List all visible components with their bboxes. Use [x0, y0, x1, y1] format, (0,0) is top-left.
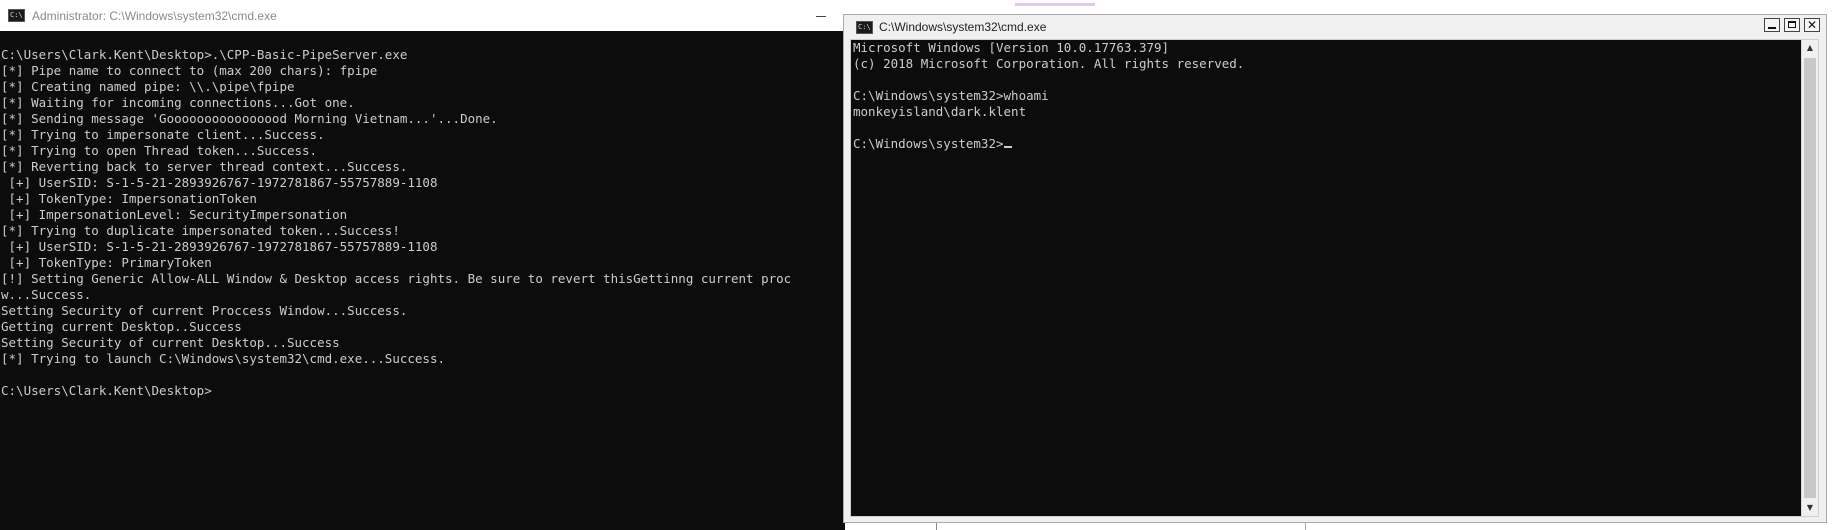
cmd-titlebar[interactable]: C:\ C:\Windows\system32\cmd.exe ✕	[844, 15, 1826, 39]
console-output[interactable]: Microsoft Windows [Version 10.0.17763.37…	[853, 40, 1793, 152]
window-title: C:\Windows\system32\cmd.exe	[879, 20, 1047, 34]
minimize-button[interactable]	[1764, 18, 1780, 32]
console-output[interactable]: C:\Users\Clark.Kent\Desktop>.\CPP-Basic-…	[1, 47, 844, 399]
window-title: Administrator: C:\Windows\system32\cmd.e…	[32, 8, 277, 23]
minimize-button[interactable]	[816, 8, 826, 18]
admin-cmd-window[interactable]: C:\ Administrator: C:\Windows\system32\c…	[0, 0, 845, 530]
scroll-up-icon[interactable]: ▲	[1802, 40, 1818, 56]
scroll-thumb[interactable]	[1804, 58, 1816, 498]
admin-cmd-titlebar[interactable]: C:\ Administrator: C:\Windows\system32\c…	[0, 0, 845, 31]
vertical-scrollbar[interactable]: ▲ ▼	[1801, 40, 1818, 516]
scroll-down-icon[interactable]: ▼	[1802, 500, 1818, 516]
cmd-icon: C:\	[8, 9, 25, 22]
console-text: Microsoft Windows [Version 10.0.17763.37…	[853, 40, 1245, 151]
cmd-icon: C:\	[856, 20, 873, 34]
text-cursor	[1003, 146, 1012, 148]
console-client-area[interactable]: Microsoft Windows [Version 10.0.17763.37…	[850, 39, 1819, 517]
cmd-window[interactable]: C:\ C:\Windows\system32\cmd.exe ✕ Micros…	[843, 14, 1827, 523]
close-button[interactable]: ✕	[1804, 18, 1820, 32]
maximize-button[interactable]	[1784, 18, 1800, 32]
background-window-strip	[1015, 3, 1095, 6]
